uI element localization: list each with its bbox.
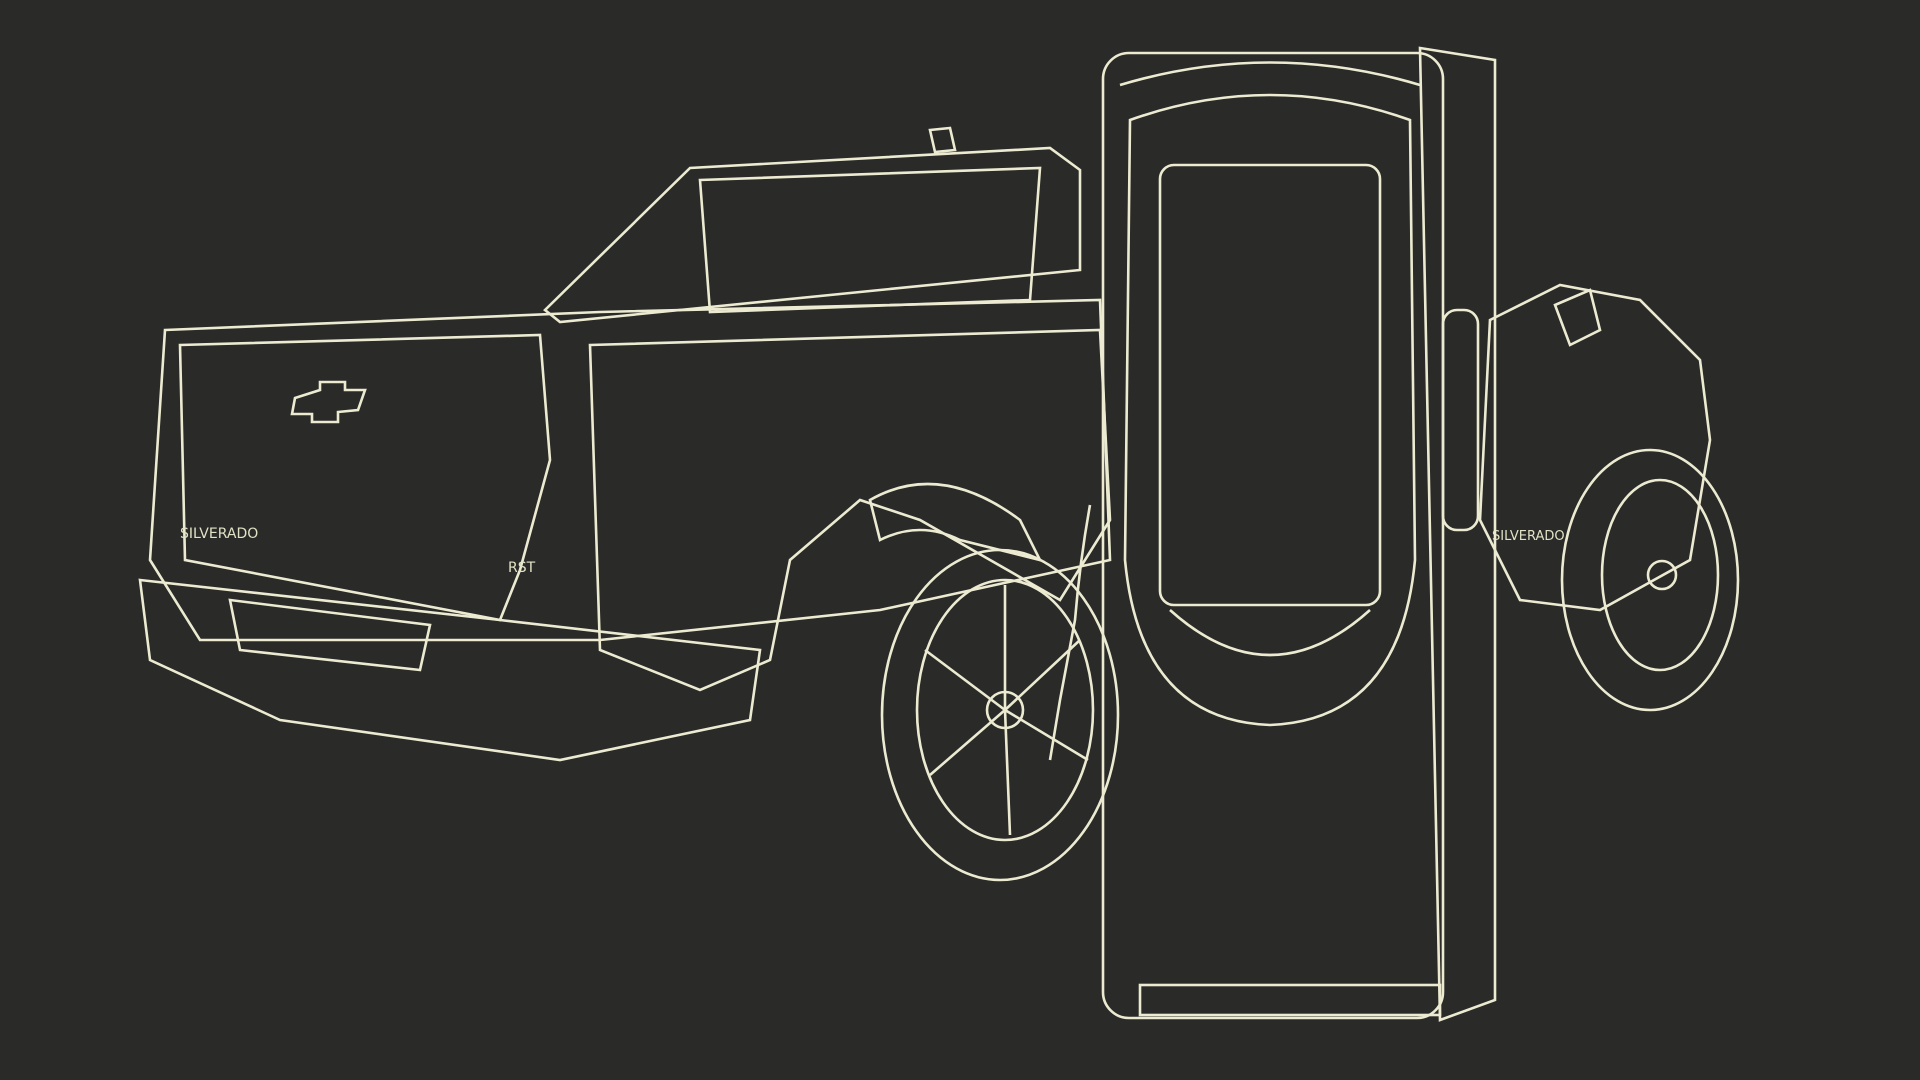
rear-fender	[588, 328, 1112, 692]
license-plate-recess	[228, 598, 432, 672]
charger-base	[1138, 983, 1442, 1017]
charger-front-panel	[1101, 51, 1445, 1020]
charger-side-panel	[1418, 46, 1497, 1022]
charger-screen	[1158, 163, 1382, 607]
truck-cab	[543, 126, 1082, 324]
silverado-badge-side: SILVERADO	[1492, 529, 1565, 544]
wireframe-viewport: SILVERADO RST SILVERADO	[0, 0, 1920, 1080]
rear-wheel	[880, 548, 1120, 882]
side-mirror	[1553, 288, 1602, 347]
far-rear-wheel	[1560, 448, 1740, 712]
render-canvas: SILVERADO RST SILVERADO	[138, 46, 1740, 1022]
truck-front-fender	[1478, 283, 1712, 612]
silverado-badge-rear: SILVERADO	[180, 526, 258, 542]
roof-antenna	[928, 126, 957, 154]
chevrolet-logo	[290, 380, 367, 424]
ev-charging-station	[1101, 46, 1497, 1022]
charger-handle	[1441, 308, 1480, 532]
rst-badge: RST	[508, 560, 536, 576]
charging-cable	[1048, 504, 1092, 761]
tailgate	[178, 333, 552, 622]
rear-bumper	[138, 578, 762, 762]
connector-holster	[1123, 93, 1417, 727]
pickup-truck: SILVERADO RST SILVERADO	[138, 126, 1740, 882]
truck-bed: SILVERADO RST	[148, 298, 1112, 642]
